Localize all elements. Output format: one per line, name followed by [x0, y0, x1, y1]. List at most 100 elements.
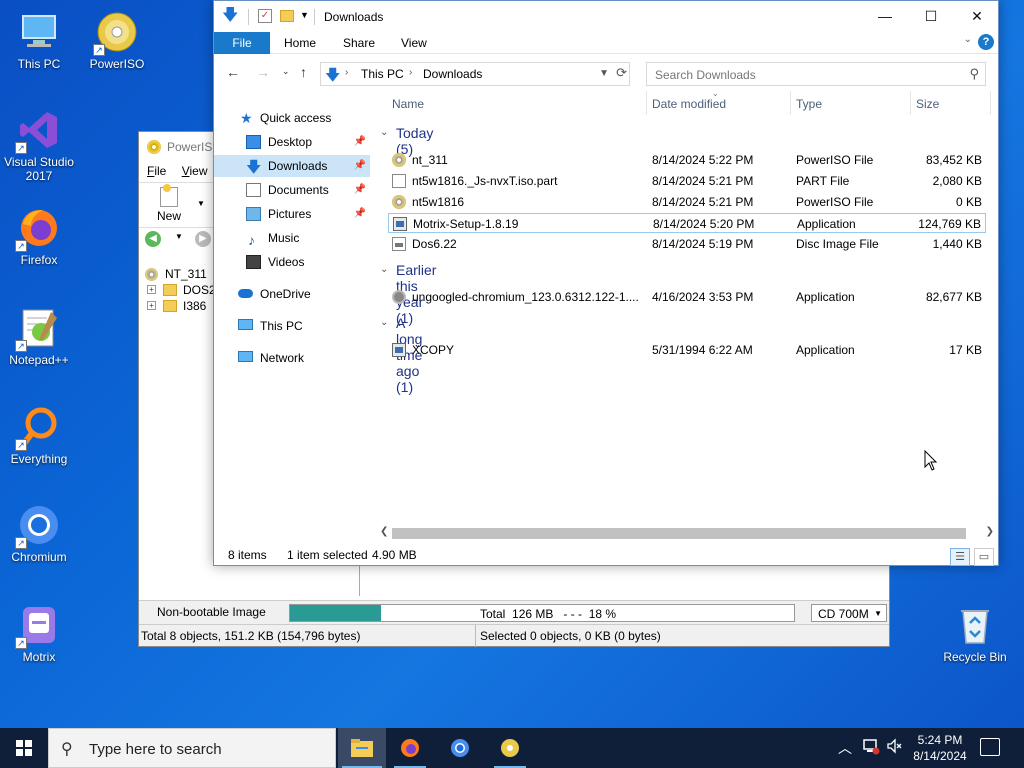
column-date-modified[interactable]: Date modified: [652, 97, 726, 111]
file-row[interactable]: nt_311 8/14/2024 5:22 PM PowerISO File 8…: [388, 150, 986, 170]
tab-file[interactable]: File: [214, 32, 270, 54]
column-divider[interactable]: [990, 91, 991, 115]
new-button[interactable]: New: [151, 184, 187, 223]
tab-home[interactable]: Home: [284, 32, 316, 54]
chromium-icon: [448, 738, 472, 758]
up-button[interactable]: ↑: [300, 64, 307, 80]
nav-pictures[interactable]: Pictures 📌: [214, 203, 370, 225]
pane-splitter[interactable]: [359, 566, 362, 596]
horizontal-scrollbar[interactable]: ❮ ❯: [376, 525, 998, 541]
taskbar-file-explorer[interactable]: [338, 728, 386, 768]
breadcrumb-this-pc[interactable]: This PC: [361, 67, 404, 81]
breadcrumb-separator-icon[interactable]: ›: [345, 67, 348, 78]
customize-quick-access-icon[interactable]: ▼: [300, 10, 309, 20]
pin-icon[interactable]: 📌: [354, 131, 366, 153]
taskbar-firefox[interactable]: [386, 728, 434, 768]
desktop-icon-chromium[interactable]: ↗ Chromium: [0, 503, 78, 564]
details-view-button[interactable]: ☰: [950, 548, 970, 566]
pin-icon[interactable]: 📌: [354, 203, 366, 225]
collapse-chevron-icon[interactable]: ⌄: [380, 317, 388, 328]
back-arrow-icon[interactable]: ◀: [145, 231, 161, 247]
properties-icon[interactable]: ✓: [258, 9, 272, 23]
file-row[interactable]: nt5w1816 8/14/2024 5:21 PM PowerISO File…: [388, 192, 986, 212]
desktop-icon-notepad-plus-plus[interactable]: ↗ Notepad++: [0, 306, 78, 367]
taskbar-chromium[interactable]: [436, 728, 484, 768]
file-explorer-window[interactable]: 🡇 ✓ ▼ Downloads — ☐ ✕ File Home Share Vi…: [213, 0, 999, 566]
collapse-chevron-icon[interactable]: ⌄: [380, 264, 388, 275]
desktop-icon-this-pc[interactable]: This PC: [0, 10, 78, 71]
taskbar-search-box[interactable]: ⚲ Type here to search: [48, 728, 336, 768]
desktop-icon-poweriso[interactable]: ↗ PowerISO: [78, 10, 156, 71]
refresh-icon[interactable]: ⟳: [616, 65, 627, 81]
nav-network[interactable]: Network: [214, 347, 370, 369]
file-row[interactable]: ungoogled-chromium_123.0.6312.122-1.... …: [388, 287, 986, 307]
file-row[interactable]: XCOPY 5/31/1994 6:22 AM Application 17 K…: [388, 340, 986, 360]
large-icons-view-button[interactable]: ▭: [974, 548, 994, 566]
nav-desktop[interactable]: Desktop 📌: [214, 131, 370, 153]
scrollbar-thumb[interactable]: [392, 528, 966, 539]
collapse-chevron-icon[interactable]: ⌄: [380, 127, 388, 138]
tab-share[interactable]: Share: [343, 32, 375, 54]
nav-quick-access[interactable]: ★ Quick access: [214, 107, 370, 129]
address-bar[interactable]: 🡇 › This PC › Downloads ▼ ⟳: [320, 62, 630, 86]
desktop-icon-visual-studio[interactable]: ↗ Visual Studio 2017: [0, 108, 78, 183]
disc-image-icon: [392, 237, 406, 251]
pin-icon[interactable]: 📌: [354, 179, 366, 201]
close-button[interactable]: ✕: [954, 1, 1000, 32]
history-dropdown-icon[interactable]: ▼: [175, 232, 183, 241]
file-row[interactable]: Dos6.22 8/14/2024 5:19 PM Disc Image Fil…: [388, 234, 986, 254]
nav-documents[interactable]: Documents 📌: [214, 179, 370, 201]
start-button[interactable]: [0, 728, 48, 768]
poweriso-disc-icon: ↗: [93, 10, 139, 56]
address-dropdown-icon[interactable]: ▼: [599, 68, 609, 79]
desktop-icon-motrix[interactable]: ↗ Motrix: [0, 603, 78, 664]
show-hidden-icons-chevron-icon[interactable]: ︿: [838, 738, 852, 768]
file-type: Application: [797, 217, 856, 231]
forward-button[interactable]: →: [256, 64, 270, 80]
pin-icon[interactable]: 📌: [354, 155, 366, 177]
nav-this-pc[interactable]: This PC: [214, 315, 370, 337]
column-size[interactable]: Size: [916, 97, 939, 111]
nav-label: Documents: [268, 183, 329, 197]
column-type[interactable]: Type: [796, 97, 822, 111]
expand-plus-icon[interactable]: +: [147, 285, 156, 294]
column-divider[interactable]: [646, 91, 647, 115]
menu-file[interactable]: File: [147, 160, 166, 182]
nav-downloads[interactable]: 🡇 Downloads 📌: [214, 155, 370, 177]
help-icon[interactable]: ?: [978, 34, 994, 50]
tab-view[interactable]: View: [401, 32, 427, 54]
column-divider[interactable]: [910, 91, 911, 115]
forward-arrow-icon[interactable]: ▶: [195, 231, 211, 247]
search-box[interactable]: Search Downloads ⚲: [646, 62, 986, 86]
recent-locations-chevron-icon[interactable]: ⌄: [282, 66, 290, 77]
media-size-select[interactable]: CD 700M ▼: [811, 604, 887, 622]
maximize-button[interactable]: ☐: [908, 1, 954, 32]
back-button[interactable]: ←: [226, 64, 240, 80]
nav-label: Network: [260, 351, 305, 365]
scroll-right-arrow-icon[interactable]: ❯: [986, 526, 994, 537]
nav-music[interactable]: ♪ Music: [214, 227, 370, 249]
expand-ribbon-chevron-icon[interactable]: ⌄: [964, 34, 972, 45]
nav-videos[interactable]: Videos: [214, 251, 370, 273]
taskbar-poweriso[interactable]: [486, 728, 534, 768]
menu-view[interactable]: View: [182, 160, 208, 182]
explorer-titlebar[interactable]: 🡇 ✓ ▼ Downloads — ☐ ✕: [214, 1, 998, 32]
column-name[interactable]: Name: [392, 97, 424, 111]
column-divider[interactable]: [790, 91, 791, 115]
desktop-icon-recycle-bin[interactable]: Recycle Bin: [936, 603, 1014, 664]
scroll-left-arrow-icon[interactable]: ❮: [380, 526, 388, 537]
taskbar-clock[interactable]: 5:24 PM 8/14/2024: [900, 732, 980, 764]
minimize-button[interactable]: —: [862, 1, 908, 32]
file-row[interactable]: nt5w1816._Js-nvxT.iso.part 8/14/2024 5:2…: [388, 171, 986, 191]
new-dropdown-arrow-icon[interactable]: ▼: [197, 199, 205, 208]
breadcrumb-downloads[interactable]: Downloads: [423, 67, 482, 81]
nav-onedrive[interactable]: OneDrive: [214, 283, 370, 305]
breadcrumb-separator-icon[interactable]: ›: [409, 67, 412, 78]
desktop-icon-everything[interactable]: ↗ Everything: [0, 405, 78, 466]
network-status-icon[interactable]: [862, 737, 880, 768]
file-row-selected[interactable]: Motrix-Setup-1.8.19 8/14/2024 5:20 PM Ap…: [388, 213, 986, 233]
expand-plus-icon[interactable]: +: [147, 301, 156, 310]
new-folder-icon[interactable]: [280, 10, 294, 22]
notifications-icon[interactable]: [980, 738, 1000, 756]
desktop-icon-firefox[interactable]: ↗ Firefox: [0, 206, 78, 267]
